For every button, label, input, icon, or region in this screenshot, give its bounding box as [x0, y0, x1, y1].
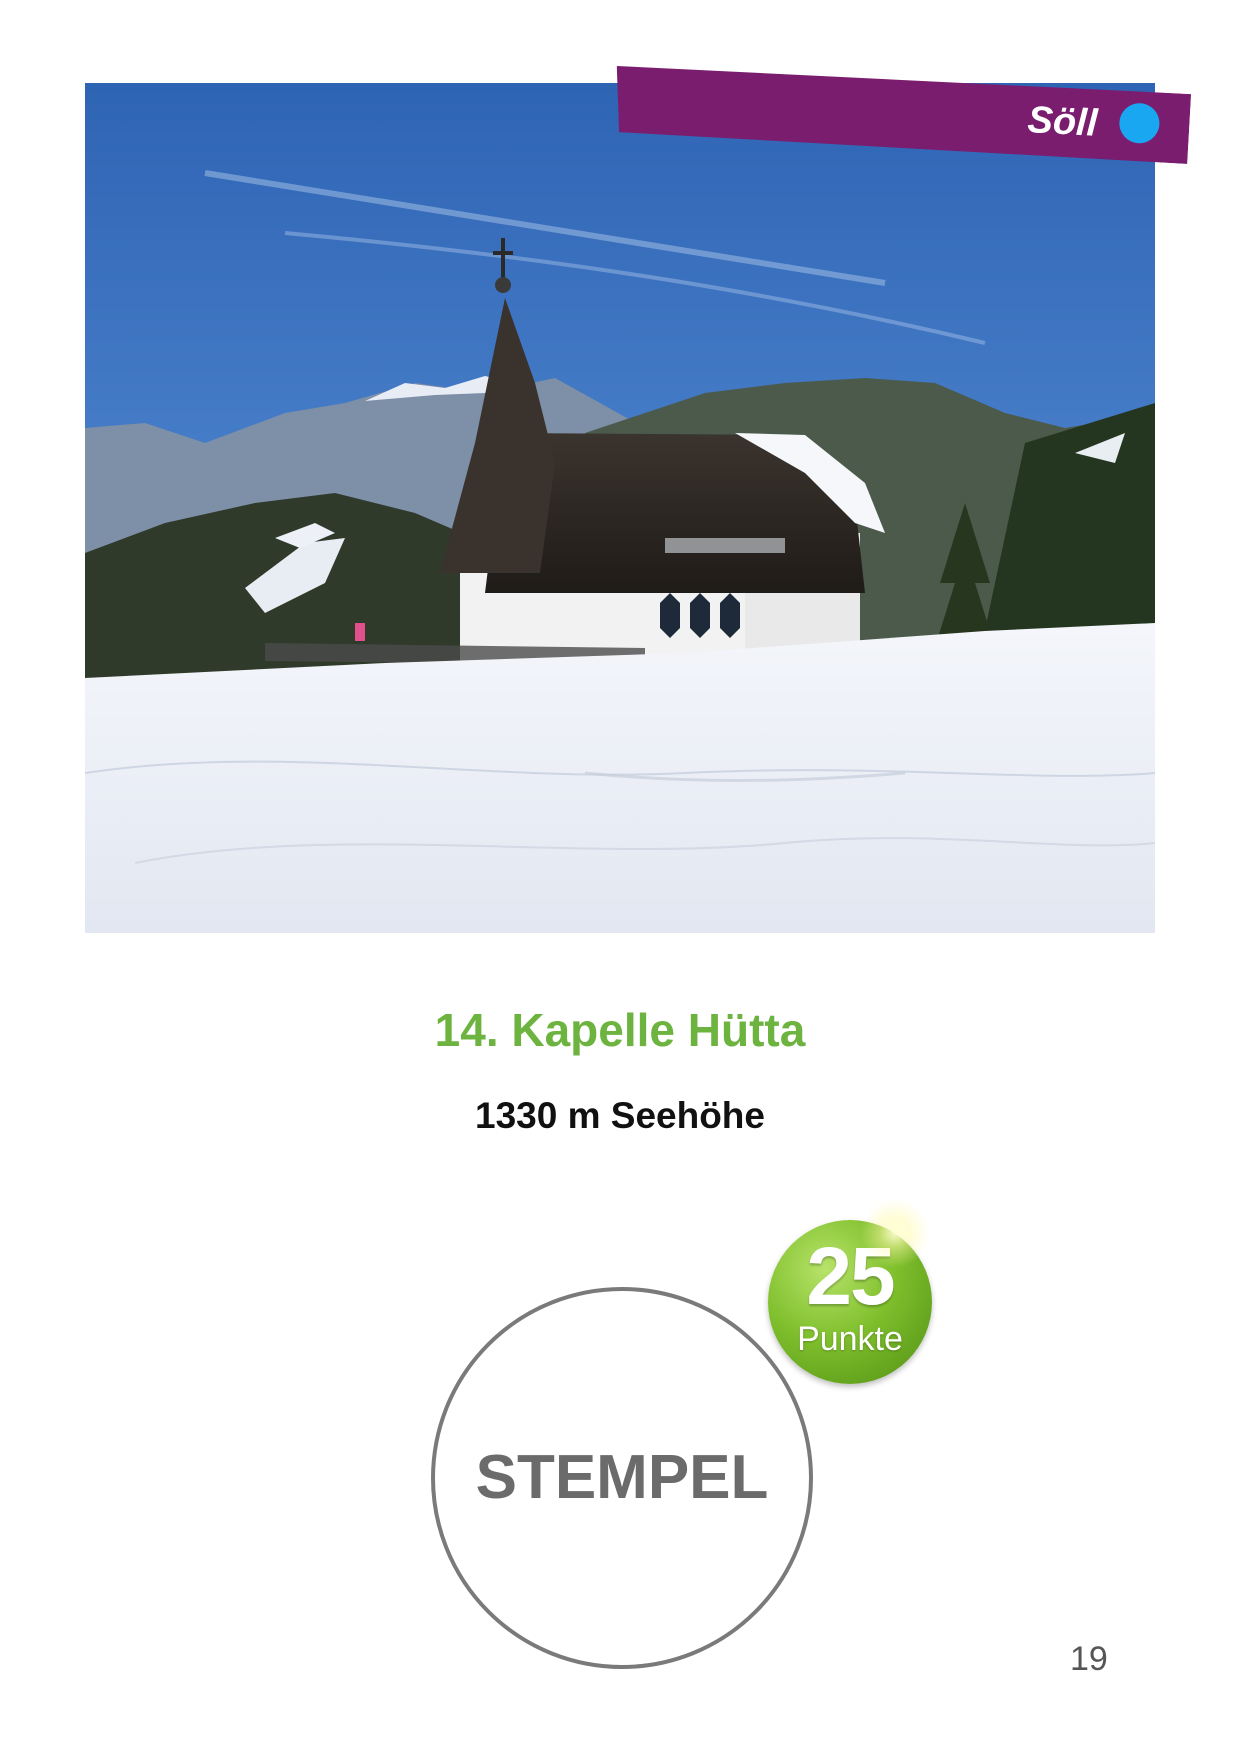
page-number: 19: [1070, 1640, 1108, 1678]
stamp-label: STEMPEL: [475, 1443, 769, 1512]
stamp-circle: STEMPEL: [431, 1287, 813, 1669]
chapel-photo: [85, 83, 1155, 933]
station-title: 14. Kapelle Hütta: [434, 1004, 806, 1056]
chapel-photo-illustration: [85, 83, 1155, 933]
altitude-text: 1330 m Seehöhe: [475, 1095, 765, 1136]
sparkle-icon: [860, 1198, 930, 1268]
region-label: Söll: [1026, 99, 1099, 145]
points-unit: Punkte: [797, 1320, 903, 1358]
